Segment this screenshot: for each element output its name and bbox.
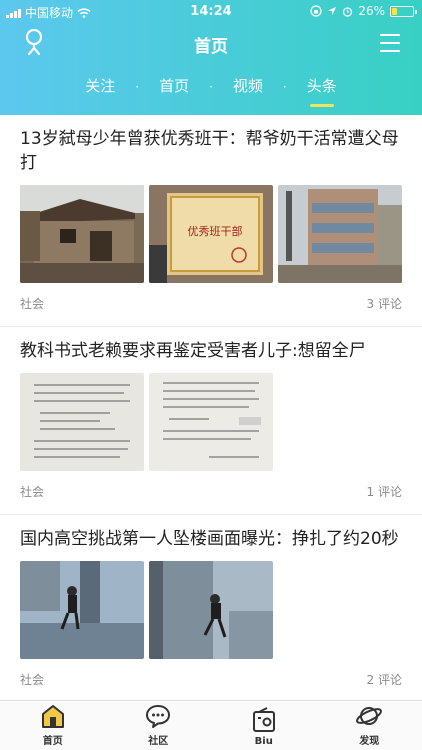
wifi-icon (77, 7, 91, 18)
battery-icon (390, 5, 417, 17)
tabbar-label: Biu (254, 736, 273, 747)
battery-percent: 26% (358, 4, 385, 18)
article-comment-count[interactable]: 1 评论 (367, 483, 402, 500)
lock-rotation-icon (310, 5, 322, 17)
alarm-icon (343, 6, 353, 17)
tabbar-label: 首页 (42, 736, 63, 747)
channel-tabs: 关注 · 首页 · 视频 · 头条 (0, 70, 422, 104)
article-thumbnail[interactable] (20, 185, 144, 283)
article-thumbnail[interactable] (149, 373, 273, 471)
tab-separator: · (209, 80, 213, 94)
page-title: 首页 (194, 37, 228, 57)
tabbar-item-biu[interactable]: Biu (211, 701, 317, 750)
article-category: 社会 (20, 673, 45, 687)
battery-fill (392, 7, 397, 15)
article-thumbnail[interactable] (20, 561, 144, 659)
planet-icon (356, 707, 383, 725)
tab-video[interactable]: 视频 (223, 75, 273, 99)
article-thumbnail[interactable] (278, 185, 402, 283)
article-item[interactable]: 教科书式老赖要求再鉴定受害者儿子:想留全尸 社会 1 评论 (0, 327, 422, 515)
status-bar: 中国移动 14:24 26% (0, 0, 422, 22)
tab-home[interactable]: 首页 (149, 75, 199, 99)
tabbar-item-home[interactable]: 首页 (0, 701, 106, 750)
signal-icon (6, 8, 21, 18)
tabbar-item-community[interactable]: 社区 (106, 701, 212, 750)
article-item[interactable]: 国内高空挑战第一人坠楼画面曝光：挣扎了约20秒 社会 2 评论 (0, 515, 422, 700)
bottom-tab-bar: 首页 社区 Biu 发现 (0, 700, 422, 750)
tabbar-item-discover[interactable]: 发现 (317, 701, 422, 750)
article-thumbnail[interactable] (149, 561, 273, 659)
article-title[interactable]: 国内高空挑战第一人坠楼画面曝光：挣扎了约20秒 (20, 515, 402, 561)
tabbar-label: 社区 (148, 736, 169, 747)
news-feed: 13岁弑母少年曾获优秀班干：帮爷奶干活常遭父母打 优秀班干部 社会 3 评论 教… (0, 115, 422, 700)
article-item[interactable]: 13岁弑母少年曾获优秀班干：帮爷奶干活常遭父母打 优秀班干部 社会 3 评论 (0, 115, 422, 327)
article-title[interactable]: 教科书式老赖要求再鉴定受害者儿子:想留全尸 (20, 327, 402, 373)
article-title[interactable]: 13岁弑母少年曾获优秀班干：帮爷奶干活常遭父母打 (20, 115, 402, 185)
article-category: 社会 (20, 297, 45, 311)
certificate-text: 优秀班干部 (188, 224, 243, 238)
home-icon (41, 705, 64, 728)
tabbar-label: 发现 (359, 736, 380, 747)
article-thumbnail[interactable]: 优秀班干部 (149, 185, 273, 283)
chat-bubble-icon (146, 705, 171, 728)
carrier-label: 中国移动 (25, 6, 74, 20)
article-category: 社会 (20, 485, 45, 499)
tab-headlines[interactable]: 头条 (297, 75, 347, 99)
tab-separator: · (135, 80, 140, 94)
tab-separator: · (282, 80, 287, 94)
menu-icon[interactable] (380, 34, 400, 52)
article-thumbnail[interactable] (20, 373, 144, 471)
article-comment-count[interactable]: 3 评论 (367, 295, 402, 312)
radio-icon (252, 707, 275, 732)
article-comment-count[interactable]: 2 评论 (367, 671, 402, 688)
tab-follow[interactable]: 关注 (75, 75, 125, 99)
location-icon (328, 7, 337, 15)
app-header: 中国移动 14:24 26% 首页 关注 · 首页 · 视频 · 头条 (0, 0, 422, 115)
